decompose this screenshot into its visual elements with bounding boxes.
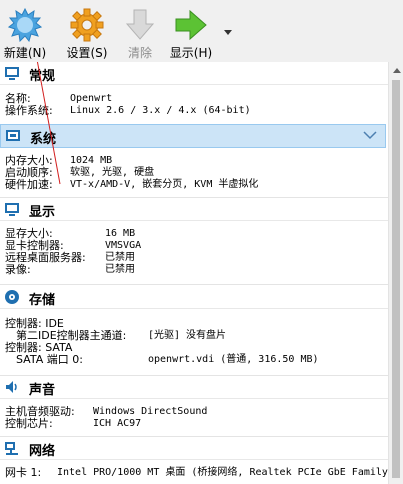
section-network: 网络 网卡 1: Intel PRO/1000 MT 桌面 (桥接网络, Real… [0,437,388,479]
scroll-thumb[interactable] [392,80,400,478]
disk-icon [5,290,19,304]
divider [0,284,388,285]
down-arrow-icon [125,9,155,40]
speaker-icon [6,381,17,393]
toolbar: 新建(N) 设置(S) 清除 显示(H) [0,0,403,63]
scroll-up-icon[interactable] [393,68,401,73]
info-row: 控制芯片: ICH AC97 [5,417,142,430]
new-starburst-icon [8,8,42,42]
section-network-header[interactable]: 网络 [0,437,388,460]
section-title: 声音 [29,383,56,398]
gear-icon [70,8,104,42]
section-storage-header[interactable]: 存储 [0,286,388,309]
section-title: 显示 [29,205,56,220]
new-button-label: 新建(N) [3,46,47,60]
section-storage: 存储 控制器: IDE 第二IDE控制器主通道: [光驱] 没有盘片 控制器: S… [0,286,388,366]
right-arrow-icon [175,9,207,41]
info-row: 录像: 已禁用 [5,263,135,276]
network-icon [5,442,18,455]
section-title: 网络 [29,444,56,459]
annotation-arrow [36,62,61,185]
info-row: 远程桌面服务器: 已禁用 [5,251,135,264]
section-display-header[interactable]: 显示 [0,198,388,221]
section-title: 存储 [29,293,56,308]
section-display: 显示 显存大小: 16 MB 显卡控制器: VMSVGA 远程桌面服务器: 已禁用 录… [0,198,388,276]
settings-button-label: 设置(S) [66,46,108,60]
section-audio: 声音 主机音频驱动: Windows DirectSound 控制芯片: ICH A… [0,376,388,430]
discard-button[interactable]: 清除 [120,6,160,60]
settings-button[interactable]: 设置(S) [62,6,112,60]
discard-button-label: 清除 [127,46,152,60]
display-icon [5,203,19,216]
details-pane: 常规 名称: Openwrt 操作系统: Linux 2.6 / 3.x / 4.x… [0,62,388,484]
show-button[interactable]: 显示(H) [166,6,216,60]
info-row: 主机音频驱动: Windows DirectSound [5,405,208,418]
show-button-label: 显示(H) [169,46,213,60]
info-row: SATA 端口 0: openwrt.vdi (普通, 316.50 MB) [16,353,319,366]
info-row: 网卡 1: Intel PRO/1000 MT 桌面 (桥接网络, Realtek… [5,466,388,479]
show-dropdown-arrow-icon[interactable] [224,30,232,35]
new-button[interactable]: 新建(N) [2,6,48,60]
section-audio-header[interactable]: 声音 [0,376,388,399]
vertical-scrollbar[interactable] [388,62,403,484]
